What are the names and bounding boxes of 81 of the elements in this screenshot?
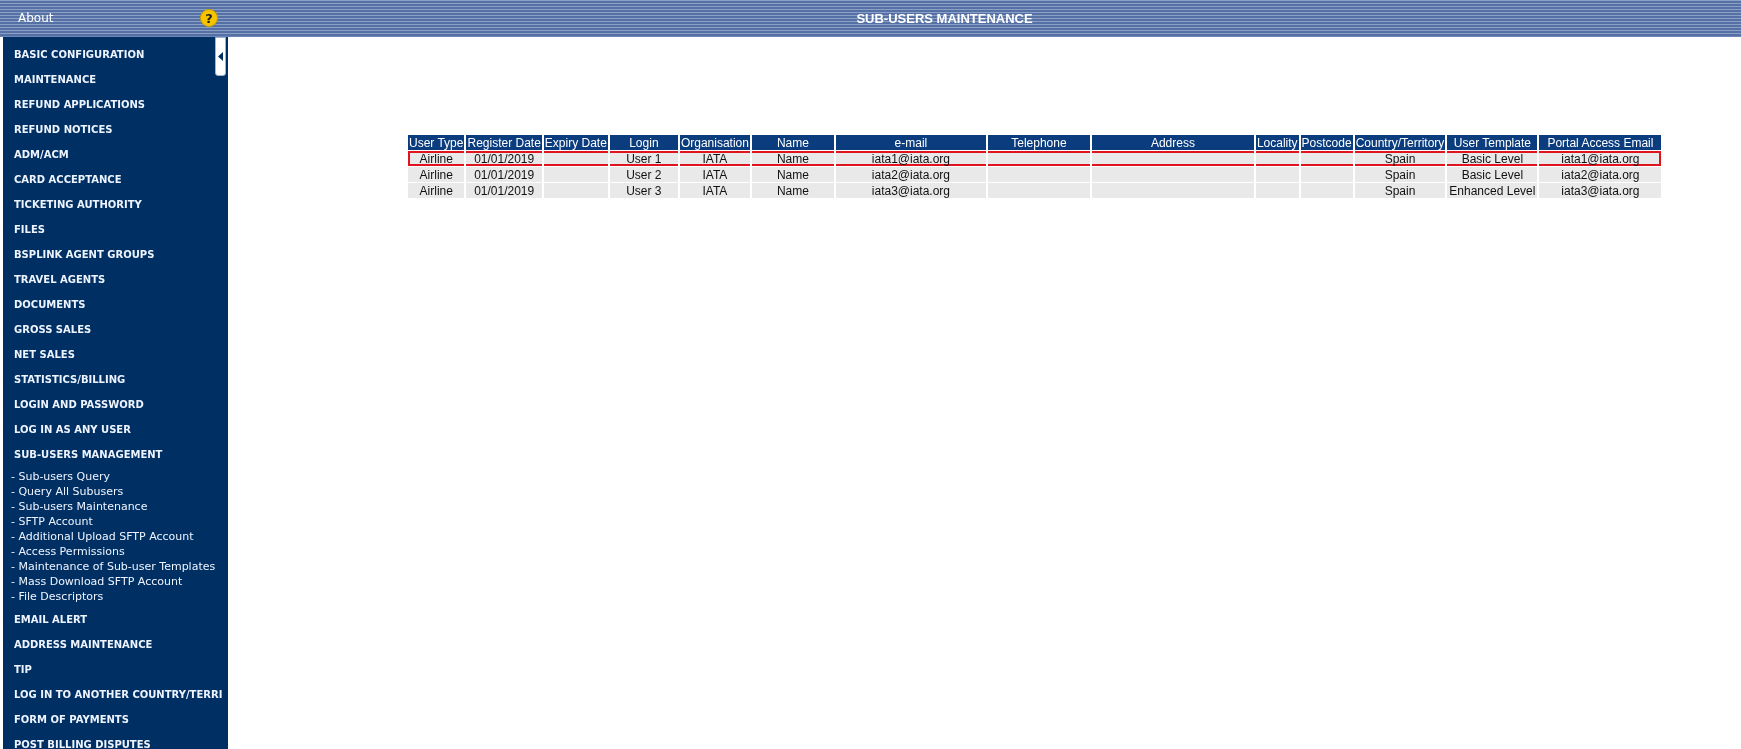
menu-section[interactable]: ADM/ACM [3, 142, 228, 167]
menu-section[interactable]: SUB-USERS MANAGEMENT [3, 442, 228, 467]
table-cell: iata3@iata.org [835, 183, 986, 198]
collapse-sidebar-button[interactable] [215, 37, 226, 76]
menu-section[interactable]: TICKETING AUTHORITY [3, 192, 228, 217]
menu-section[interactable]: LOG IN TO ANOTHER COUNTRY/TERRI [3, 682, 228, 707]
table-cell: Airline [408, 167, 465, 182]
column-header[interactable]: User Type [408, 135, 465, 150]
menu-link[interactable]: - Maintenance of Sub-user Templates [3, 559, 228, 574]
table-cell: Spain [1354, 183, 1446, 198]
menu-link[interactable]: - Additional Upload SFTP Account [3, 529, 228, 544]
table-cell: Airline [408, 183, 465, 198]
table-cell: iata1@iata.org [835, 151, 986, 166]
table-cell: User 2 [609, 167, 678, 182]
menu-section[interactable]: EMAIL ALERT [3, 607, 228, 632]
column-header[interactable]: Expiry Date [543, 135, 608, 150]
menu-section[interactable]: FILES [3, 217, 228, 242]
table-row[interactable]: Airline 01/01/2019 User 1 IATA Name iata1@iata.org Spain Basic Level iata1@iata.org [408, 151, 1662, 166]
column-header[interactable]: Address [1091, 135, 1254, 150]
menu-link[interactable]: - Access Permissions [3, 544, 228, 559]
table-cell: 01/01/2019 [466, 167, 542, 182]
table-cell: Name [751, 151, 834, 166]
menu-section[interactable]: TIP [3, 657, 228, 682]
menu-section[interactable]: CARD ACCEPTANCE [3, 167, 228, 192]
column-header[interactable]: e-mail [835, 135, 986, 150]
menu-link[interactable]: - Mass Download SFTP Account [3, 574, 228, 589]
table-cell: iata2@iata.org [1539, 167, 1662, 182]
table-cell: IATA [679, 183, 750, 198]
column-header[interactable]: Postcode [1300, 135, 1353, 150]
table-cell: iata1@iata.org [1539, 151, 1662, 166]
table-cell: Airline [408, 151, 465, 166]
menu-section[interactable]: BSPLINK AGENT GROUPS [3, 242, 228, 267]
menu-section[interactable]: BASIC CONFIGURATION [3, 42, 228, 67]
table-cell: IATA [679, 167, 750, 182]
column-header[interactable]: User Template [1447, 135, 1538, 150]
menu-section[interactable]: FORM OF PAYMENTS [3, 707, 228, 732]
table-cell: 01/01/2019 [466, 151, 542, 166]
column-header[interactable]: Telephone [987, 135, 1090, 150]
table-cell: Enhanced Level [1447, 183, 1538, 198]
menu-section[interactable]: POST BILLING DISPUTES [3, 732, 228, 749]
menu-link[interactable]: - Sub-users Maintenance [3, 499, 228, 514]
menu-section[interactable]: ADDRESS MAINTENANCE [3, 632, 228, 657]
menu-link[interactable]: - Query All Subusers [3, 484, 228, 499]
table-row[interactable]: Airline 01/01/2019 User 3 IATA Name iata3@iata.org Spain Enhanced Level iata3@iata.org [408, 183, 1662, 198]
column-header[interactable]: Country/Territory [1354, 135, 1446, 150]
menu-section[interactable]: GROSS SALES [3, 317, 228, 342]
column-header[interactable]: Login [609, 135, 678, 150]
table-cell: IATA [679, 151, 750, 166]
column-header[interactable]: Name [751, 135, 834, 150]
table-row[interactable]: Airline 01/01/2019 User 2 IATA Name iata2@iata.org Spain Basic Level iata2@iata.org [408, 167, 1662, 182]
menu-section[interactable]: STATISTICS/BILLING [3, 367, 228, 392]
table-cell: Basic Level [1447, 167, 1538, 182]
table-cell: 01/01/2019 [466, 183, 542, 198]
table-cell: Basic Level [1447, 151, 1538, 166]
help-button[interactable]: ? [200, 9, 218, 27]
menu-section[interactable]: LOG IN AS ANY USER [3, 417, 228, 442]
menu-link[interactable]: - File Descriptors [3, 589, 228, 604]
menu-section[interactable]: MAINTENANCE [3, 67, 228, 92]
page-title: SUB-USERS MAINTENANCE [855, 10, 1034, 26]
column-header[interactable]: Locality [1255, 135, 1299, 150]
caret-left-icon [218, 52, 223, 61]
column-header[interactable]: Organisation [679, 135, 750, 150]
menu-link[interactable]: - Sub-users Query [3, 469, 228, 484]
about-link[interactable]: About [18, 11, 54, 25]
table-cell: iata2@iata.org [835, 167, 986, 182]
menu-section[interactable]: DOCUMENTS [3, 292, 228, 317]
menu-section[interactable]: REFUND APPLICATIONS [3, 92, 228, 117]
table-cell: User 3 [609, 183, 678, 198]
table-cell: Spain [1354, 167, 1446, 182]
column-header[interactable]: Register Date [466, 135, 542, 150]
table-cell: Name [751, 167, 834, 182]
menu-section[interactable]: REFUND NOTICES [3, 117, 228, 142]
table-cell: User 1 [609, 151, 678, 166]
menu-section[interactable]: NET SALES [3, 342, 228, 367]
table-cell: Spain [1354, 151, 1446, 166]
table-cell: Name [751, 183, 834, 198]
menu-link[interactable]: - SFTP Account [3, 514, 228, 529]
table-cell: iata3@iata.org [1539, 183, 1662, 198]
menu-section[interactable]: LOGIN AND PASSWORD [3, 392, 228, 417]
menu-section[interactable]: TRAVEL AGENTS [3, 267, 228, 292]
column-header[interactable]: Portal Access Email [1539, 135, 1662, 150]
